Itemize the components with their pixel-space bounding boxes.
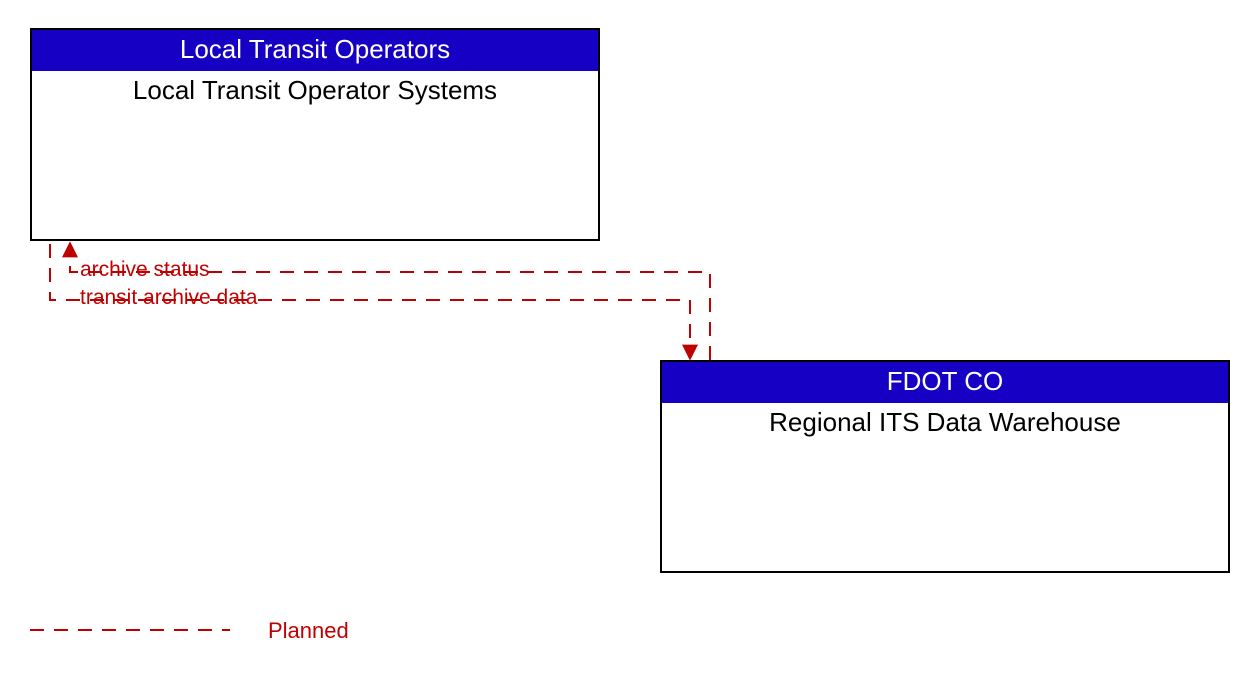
entity-header-local-transit: Local Transit Operators <box>32 30 598 71</box>
entity-header-fdot-co: FDOT CO <box>662 362 1228 403</box>
flow-label-transit-archive-data: transit archive data <box>80 286 257 310</box>
entity-box-local-transit: Local Transit Operators Local Transit Op… <box>30 28 600 241</box>
entity-body-local-transit: Local Transit Operator Systems <box>32 71 598 106</box>
legend-label-planned: Planned <box>268 618 349 644</box>
entity-body-fdot-co: Regional ITS Data Warehouse <box>662 403 1228 438</box>
flow-label-archive-status: archive status <box>80 258 210 282</box>
entity-box-fdot-co: FDOT CO Regional ITS Data Warehouse <box>660 360 1230 573</box>
